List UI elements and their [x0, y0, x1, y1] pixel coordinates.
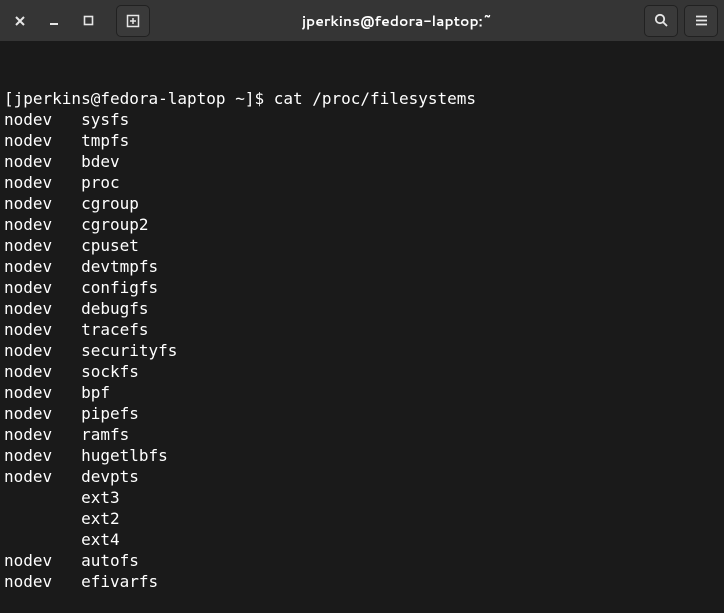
filesystem-row: nodevpipefs — [4, 403, 720, 424]
fs-flag: nodev — [4, 550, 81, 571]
fs-name: cgroup — [81, 193, 139, 214]
fs-name: ext3 — [81, 487, 120, 508]
titlebar: jperkins@fedora-laptop:~ — [0, 0, 724, 42]
fs-flag: nodev — [4, 319, 81, 340]
close-button[interactable] — [6, 7, 34, 35]
filesystem-row: nodevbpf — [4, 382, 720, 403]
fs-name: pipefs — [81, 403, 139, 424]
fs-name: bdev — [81, 151, 120, 172]
shell-prompt: [jperkins@fedora-laptop ~]$ — [4, 89, 274, 108]
filesystem-list: nodevsysfsnodevtmpfsnodevbdevnodevprocno… — [4, 109, 720, 592]
fs-flag: nodev — [4, 403, 81, 424]
filesystem-row: nodevtracefs — [4, 319, 720, 340]
fs-flag: nodev — [4, 298, 81, 319]
fs-name: efivarfs — [81, 571, 158, 592]
fs-name: proc — [81, 172, 120, 193]
filesystem-row: nodevsockfs — [4, 361, 720, 382]
fs-name: bpf — [81, 382, 110, 403]
filesystem-row: nodevsecurityfs — [4, 340, 720, 361]
fs-flag: nodev — [4, 382, 81, 403]
filesystem-row: nodevcgroup2 — [4, 214, 720, 235]
search-icon — [654, 13, 669, 28]
fs-flag: nodev — [4, 361, 81, 382]
filesystem-row: nodevconfigfs — [4, 277, 720, 298]
hamburger-icon — [694, 13, 709, 28]
fs-flag: nodev — [4, 277, 81, 298]
fs-name: hugetlbfs — [81, 445, 168, 466]
fs-name: autofs — [81, 550, 139, 571]
fs-flag: nodev — [4, 466, 81, 487]
fs-name: cgroup2 — [81, 214, 148, 235]
fs-name: sysfs — [81, 109, 129, 130]
fs-flag: nodev — [4, 235, 81, 256]
fs-name: ramfs — [81, 424, 129, 445]
filesystem-row: nodevautofs — [4, 550, 720, 571]
fs-name: devpts — [81, 466, 139, 487]
fs-flag: nodev — [4, 571, 81, 592]
command-text: cat /proc/filesystems — [274, 89, 476, 108]
window-controls-left — [6, 5, 150, 37]
fs-name: sockfs — [81, 361, 139, 382]
filesystem-row: nodevhugetlbfs — [4, 445, 720, 466]
fs-name: tracefs — [81, 319, 148, 340]
prompt-line: [jperkins@fedora-laptop ~]$ cat /proc/fi… — [4, 88, 720, 109]
filesystem-row: nodevproc — [4, 172, 720, 193]
fs-flag: nodev — [4, 424, 81, 445]
filesystem-row: nodevramfs — [4, 424, 720, 445]
filesystem-row: nodevtmpfs — [4, 130, 720, 151]
filesystem-row: nodevdevpts — [4, 466, 720, 487]
filesystem-row: nodevbdev — [4, 151, 720, 172]
filesystem-row: nodevdevtmpfs — [4, 256, 720, 277]
fs-name: ext2 — [81, 508, 120, 529]
maximize-button[interactable] — [74, 7, 102, 35]
filesystem-row: nodevcgroup — [4, 193, 720, 214]
fs-flag: nodev — [4, 193, 81, 214]
filesystem-row: ext4 — [4, 529, 720, 550]
terminal-output[interactable]: [jperkins@fedora-laptop ~]$ cat /proc/fi… — [0, 42, 724, 551]
minimize-icon — [48, 15, 60, 27]
fs-flag: nodev — [4, 340, 81, 361]
filesystem-row: nodevsysfs — [4, 109, 720, 130]
fs-name: ext4 — [81, 529, 120, 550]
new-tab-icon — [125, 13, 141, 29]
window-controls-right — [644, 5, 718, 37]
fs-name: cpuset — [81, 235, 139, 256]
filesystem-row: ext3 — [4, 487, 720, 508]
fs-name: debugfs — [81, 298, 148, 319]
menu-button[interactable] — [684, 5, 718, 37]
fs-name: configfs — [81, 277, 158, 298]
fs-name: securityfs — [81, 340, 177, 361]
fs-flag: nodev — [4, 109, 81, 130]
fs-flag: nodev — [4, 130, 81, 151]
filesystem-row: nodevdebugfs — [4, 298, 720, 319]
fs-flag: nodev — [4, 172, 81, 193]
new-tab-button[interactable] — [116, 5, 150, 37]
minimize-button[interactable] — [40, 7, 68, 35]
maximize-icon — [83, 15, 94, 26]
fs-name: devtmpfs — [81, 256, 158, 277]
fs-flag: nodev — [4, 214, 81, 235]
search-button[interactable] — [644, 5, 678, 37]
filesystem-row: nodevefivarfs — [4, 571, 720, 592]
fs-flag: nodev — [4, 151, 81, 172]
close-icon — [14, 15, 26, 27]
fs-name: tmpfs — [81, 130, 129, 151]
window-title: jperkins@fedora-laptop:~ — [150, 11, 644, 31]
fs-flag: nodev — [4, 445, 81, 466]
fs-flag: nodev — [4, 256, 81, 277]
filesystem-row: ext2 — [4, 508, 720, 529]
filesystem-row: nodevcpuset — [4, 235, 720, 256]
